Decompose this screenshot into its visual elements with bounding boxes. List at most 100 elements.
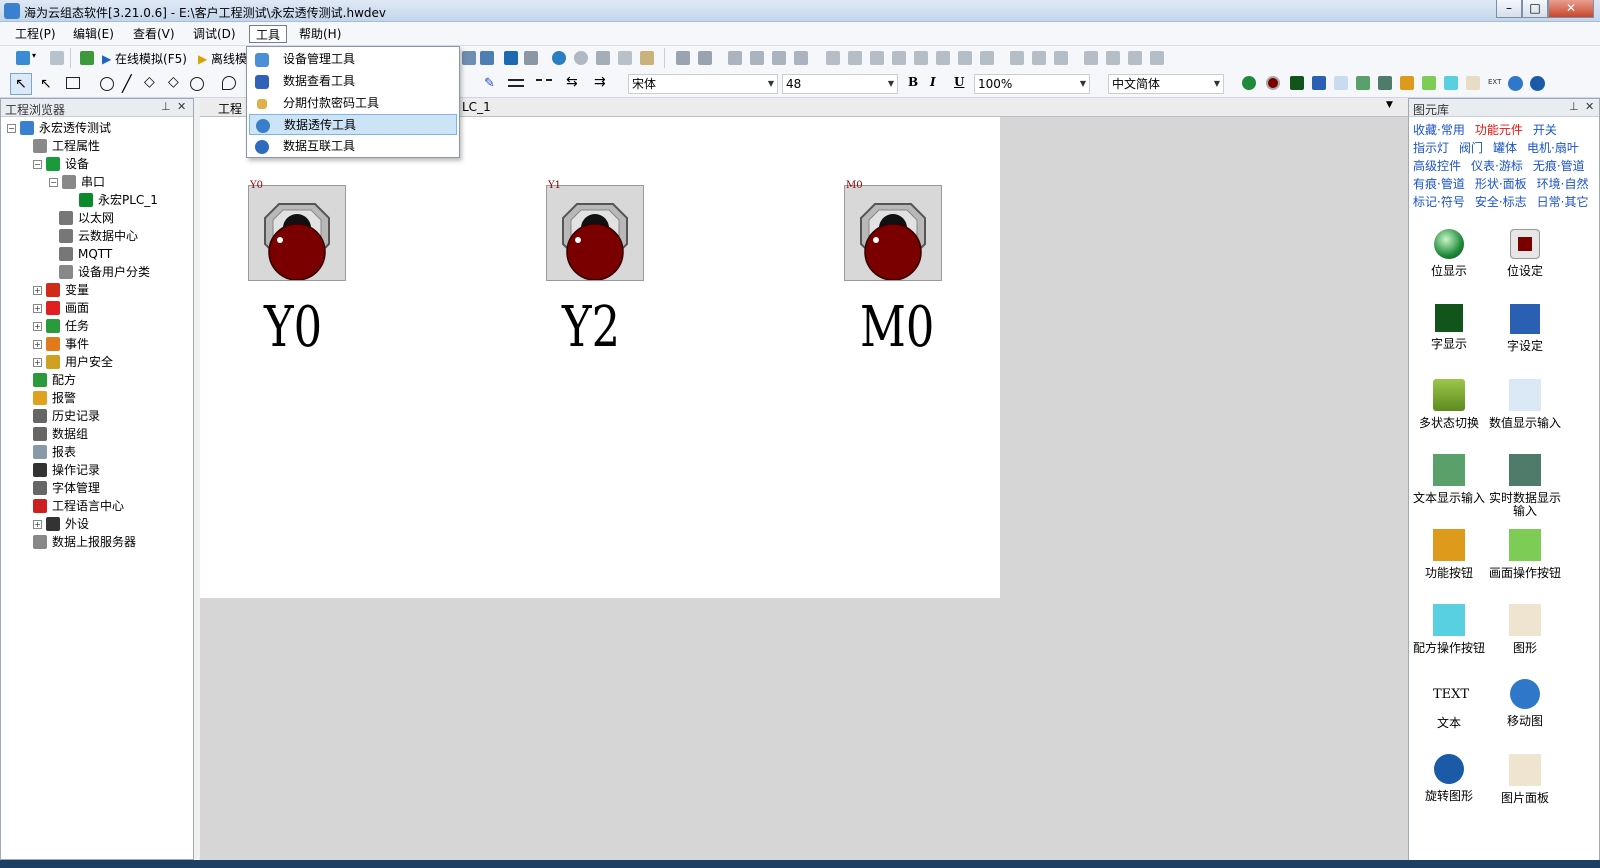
tree-item[interactable]: 字体管理 bbox=[1, 479, 191, 497]
polygon-icon[interactable]: ◇ bbox=[168, 74, 179, 90]
online-simulation-button[interactable]: ▶ 在线模拟(F5) bbox=[102, 50, 187, 67]
font-family-select[interactable]: 宋体 ▼ bbox=[628, 74, 778, 94]
maximize-button[interactable]: □ bbox=[1522, 0, 1548, 18]
flip-icon[interactable] bbox=[1106, 51, 1120, 65]
redo-icon[interactable] bbox=[574, 51, 588, 65]
component-item[interactable]: 功能按钮 bbox=[1409, 529, 1489, 580]
collapse-icon[interactable]: − bbox=[7, 123, 16, 133]
tree-item[interactable]: + 事件 bbox=[1, 335, 191, 353]
menu-item-data-interconnect[interactable]: 数据互联工具 bbox=[249, 136, 457, 157]
tree-item[interactable]: 永宏PLC_1 bbox=[1, 191, 191, 209]
category-tab[interactable]: 高级控件 bbox=[1413, 157, 1461, 175]
cut-icon[interactable] bbox=[596, 51, 610, 65]
toolbar-icon[interactable] bbox=[524, 51, 538, 65]
line-style-icon[interactable] bbox=[536, 79, 552, 87]
expand-icon[interactable]: + bbox=[33, 321, 42, 331]
category-tab[interactable]: 阀门 bbox=[1459, 139, 1483, 157]
underline-button[interactable]: U bbox=[954, 75, 964, 89]
diamond-icon[interactable]: ◇ bbox=[144, 74, 155, 90]
expand-icon[interactable]: + bbox=[33, 519, 42, 529]
copy-icon[interactable] bbox=[618, 51, 632, 65]
category-tab[interactable]: 收藏·常用 bbox=[1413, 121, 1465, 139]
tree-item[interactable]: + 用户安全 bbox=[1, 353, 191, 371]
offline-simulation-button[interactable]: ▶ 离线模 bbox=[198, 50, 247, 67]
menu-edit[interactable]: 编辑(E) bbox=[70, 25, 117, 43]
menu-debug[interactable]: 调试(D) bbox=[190, 25, 239, 43]
layer-icon[interactable] bbox=[772, 51, 786, 65]
align-icon[interactable] bbox=[914, 51, 928, 65]
word-set-icon[interactable] bbox=[1312, 76, 1326, 90]
component-item[interactable]: TEXT 文本 bbox=[1409, 679, 1489, 730]
tree-item[interactable]: + 画面 bbox=[1, 299, 191, 317]
lamp-widget[interactable]: M0 bbox=[844, 180, 942, 281]
line-icon[interactable]: ╱ bbox=[122, 74, 132, 93]
component-item[interactable]: 配方操作按钮 bbox=[1409, 604, 1489, 655]
category-tab[interactable]: 有痕·管道 bbox=[1413, 175, 1465, 193]
align-icon[interactable] bbox=[870, 51, 884, 65]
close-icon[interactable]: ✕ bbox=[177, 100, 186, 113]
pin-icon[interactable]: ⊥ bbox=[161, 100, 171, 113]
expand-icon[interactable]: + bbox=[33, 285, 42, 295]
toolbar-icon[interactable] bbox=[462, 51, 476, 65]
flip-icon[interactable] bbox=[1084, 51, 1098, 65]
new-icon[interactable] bbox=[16, 51, 30, 65]
tree-item[interactable]: MQTT bbox=[1, 245, 191, 263]
align-icon[interactable] bbox=[848, 51, 862, 65]
undo-icon[interactable] bbox=[552, 51, 566, 65]
align-icon[interactable] bbox=[980, 51, 994, 65]
category-tab[interactable]: 标记·符号 bbox=[1413, 193, 1465, 211]
tree-item[interactable]: 设备用户分类 bbox=[1, 263, 191, 281]
component-item[interactable]: 文本显示输入 bbox=[1409, 454, 1489, 505]
bit-display-icon[interactable] bbox=[1242, 76, 1256, 90]
text-input-icon[interactable] bbox=[1356, 76, 1370, 90]
expand-icon[interactable]: + bbox=[33, 339, 42, 349]
toolbar-icon[interactable] bbox=[480, 51, 494, 65]
flip-icon[interactable] bbox=[1128, 51, 1142, 65]
menu-help[interactable]: 帮助(H) bbox=[296, 25, 344, 43]
tree-item[interactable]: 工程语言中心 bbox=[1, 497, 191, 515]
rotate-icon[interactable] bbox=[1530, 76, 1545, 91]
menu-project[interactable]: 工程(P) bbox=[12, 25, 59, 43]
category-tab[interactable]: 仪表·游标 bbox=[1471, 157, 1523, 175]
category-tab[interactable]: 无痕·管道 bbox=[1533, 157, 1585, 175]
chevron-down-icon[interactable]: ▼ bbox=[1386, 100, 1393, 110]
component-item[interactable]: 实时数据显示输入 bbox=[1485, 454, 1565, 518]
category-tab[interactable]: 功能元件 bbox=[1475, 121, 1523, 139]
close-icon[interactable]: ✕ bbox=[1585, 100, 1594, 113]
expand-icon[interactable]: + bbox=[33, 303, 42, 313]
pointer-icon[interactable]: ↖ bbox=[10, 73, 32, 95]
group-icon[interactable] bbox=[676, 51, 690, 65]
screen-page[interactable]: Y0 Y0 Y1 Y2 M0 M0 bbox=[200, 117, 1000, 598]
layer-icon[interactable] bbox=[728, 51, 742, 65]
tree-item[interactable]: + 外设 bbox=[1, 515, 191, 533]
word-display-icon[interactable] bbox=[1290, 76, 1304, 90]
layer-icon[interactable] bbox=[794, 51, 808, 65]
menu-item-data-passthrough[interactable]: 数据透传工具 bbox=[249, 114, 457, 135]
bit-set-icon[interactable] bbox=[1266, 76, 1280, 90]
menu-view[interactable]: 查看(V) bbox=[130, 25, 178, 43]
category-tab[interactable]: 安全·标志 bbox=[1475, 193, 1527, 211]
tree-item[interactable]: 工程属性 bbox=[1, 137, 191, 155]
bold-button[interactable]: B bbox=[908, 75, 918, 89]
paste-icon[interactable] bbox=[640, 51, 654, 65]
category-tab[interactable]: 开关 bbox=[1533, 121, 1557, 139]
component-item[interactable]: 画面操作按钮 bbox=[1485, 529, 1565, 580]
toolbar-icon[interactable] bbox=[504, 51, 518, 65]
tree-item[interactable]: 操作记录 bbox=[1, 461, 191, 479]
image-icon[interactable] bbox=[1466, 76, 1480, 90]
tree-item[interactable]: + 变量 bbox=[1, 281, 191, 299]
arrow-start-icon[interactable]: ⇆ bbox=[566, 74, 578, 90]
size-icon[interactable] bbox=[1032, 51, 1046, 65]
tab-project[interactable]: 工程 bbox=[218, 100, 242, 117]
component-item[interactable]: 多状态切换 bbox=[1409, 379, 1489, 430]
category-tab[interactable]: 指示灯 bbox=[1413, 139, 1449, 157]
expand-icon[interactable]: + bbox=[33, 357, 42, 367]
component-item[interactable]: 旋转图形 bbox=[1409, 754, 1489, 803]
component-item[interactable]: 移动图 bbox=[1485, 679, 1565, 728]
align-icon[interactable] bbox=[936, 51, 950, 65]
component-item[interactable]: 字设定 bbox=[1485, 304, 1565, 353]
move-icon[interactable] bbox=[1508, 76, 1523, 91]
category-tab[interactable]: 形状·面板 bbox=[1475, 175, 1527, 193]
component-item[interactable]: 位显示 bbox=[1409, 229, 1489, 278]
zoom-select[interactable]: 100% ▼ bbox=[974, 74, 1090, 94]
